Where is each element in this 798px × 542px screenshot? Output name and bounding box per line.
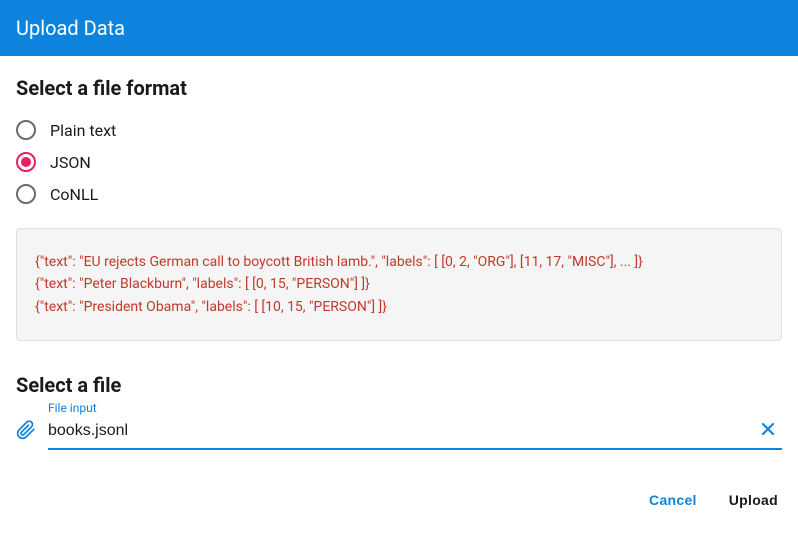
- radio-icon: [16, 152, 36, 172]
- format-sample-code: {"text": "EU rejects German call to boyc…: [16, 228, 782, 341]
- radio-icon: [16, 184, 36, 204]
- cancel-button[interactable]: Cancel: [645, 486, 701, 514]
- radio-label: CoNLL: [50, 185, 98, 204]
- radio-option-plain-text[interactable]: Plain text: [16, 114, 782, 146]
- dialog-header: Upload Data: [0, 0, 798, 56]
- format-section-title: Select a file format: [16, 76, 782, 100]
- radio-label: JSON: [50, 153, 91, 172]
- file-input-wrap: File input: [16, 401, 782, 450]
- radio-icon: [16, 120, 36, 140]
- close-icon: [758, 419, 778, 442]
- radio-label: Plain text: [50, 121, 116, 140]
- upload-button[interactable]: Upload: [725, 486, 782, 514]
- dialog-title: Upload Data: [16, 16, 125, 40]
- dialog-content: Select a file format Plain text JSON CoN…: [0, 56, 798, 450]
- file-input-row: [48, 417, 782, 450]
- dialog-actions: Cancel Upload: [0, 450, 798, 530]
- format-radio-group: Plain text JSON CoNLL: [16, 114, 782, 210]
- clear-file-button[interactable]: [754, 417, 782, 444]
- radio-option-conll[interactable]: CoNLL: [16, 178, 782, 210]
- file-section: Select a file File input: [16, 373, 782, 450]
- radio-option-json[interactable]: JSON: [16, 146, 782, 178]
- file-input[interactable]: [48, 420, 754, 442]
- file-input-label: File input: [48, 401, 782, 415]
- file-section-title: Select a file: [16, 373, 782, 397]
- attachment-icon[interactable]: [16, 419, 36, 445]
